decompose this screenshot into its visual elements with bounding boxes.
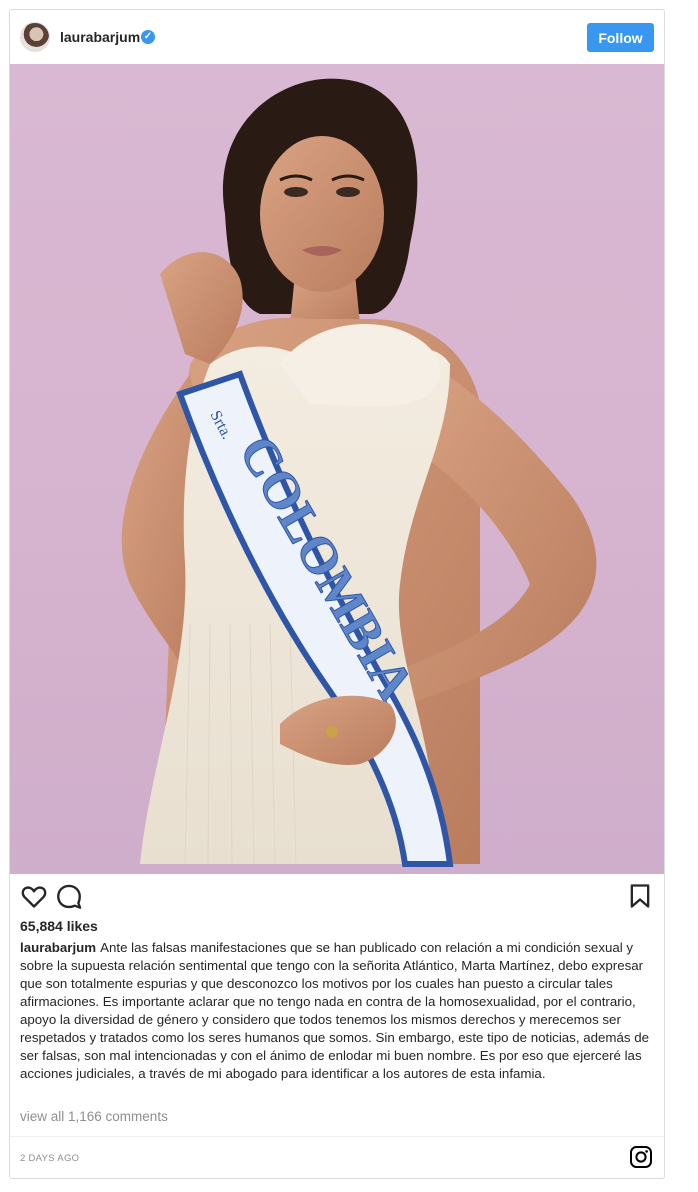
verified-badge-icon: ✓ <box>141 30 155 44</box>
post-username[interactable]: laurabarjum <box>60 29 140 45</box>
caption-username[interactable]: laurabarjum <box>20 940 96 955</box>
instagram-post-card: laurabarjum ✓ Follow Srta. COLOMBIA 65,8… <box>9 9 665 1179</box>
divider <box>10 1136 664 1137</box>
comment-icon[interactable] <box>55 882 83 910</box>
post-caption: laurabarjum Ante las falsas manifestacion… <box>20 939 656 1083</box>
avatar[interactable] <box>20 22 50 52</box>
post-header: laurabarjum ✓ Follow <box>10 10 664 64</box>
follow-button[interactable]: Follow <box>587 23 654 52</box>
instagram-icon[interactable] <box>629 1145 653 1169</box>
likes-count[interactable]: 65,884 likes <box>20 918 98 934</box>
post-actions <box>10 876 664 916</box>
portrait-illustration: Srta. COLOMBIA <box>121 78 597 867</box>
post-photo[interactable]: Srta. COLOMBIA <box>10 64 664 874</box>
view-comments-link[interactable]: view all 1,166 comments <box>20 1109 168 1124</box>
bookmark-icon[interactable] <box>626 882 654 910</box>
heart-icon[interactable] <box>20 882 48 910</box>
post-date[interactable]: 2 DAYS AGO <box>20 1153 79 1164</box>
caption-text: Ante las falsas manifestaciones que se h… <box>20 940 649 1081</box>
